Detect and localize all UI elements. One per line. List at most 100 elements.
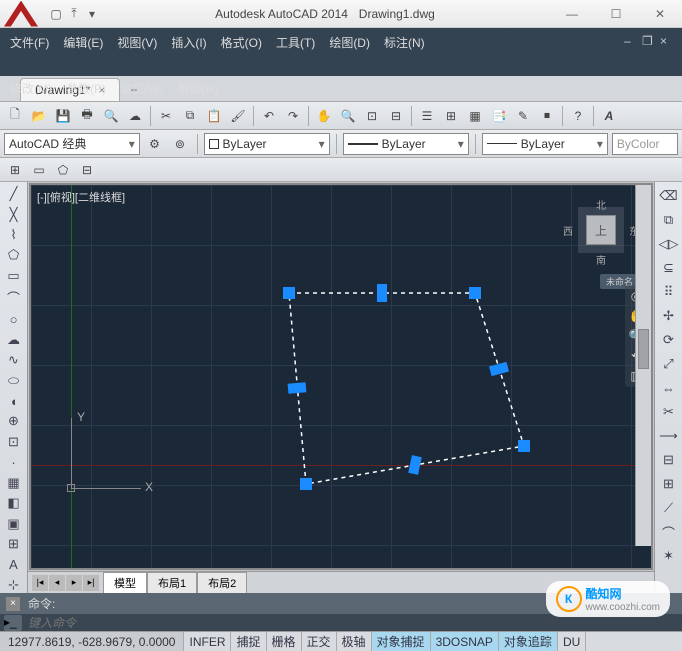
coordinates-display[interactable]: 12977.8619, -628.9679, 0.0000 [0,632,184,651]
viewport-config-icon[interactable]: ⊞ [4,159,26,181]
cut-icon[interactable]: ✂ [155,105,177,127]
minimize-button[interactable]: — [550,0,594,28]
paste-icon[interactable]: 📋 [203,105,225,127]
help-icon[interactable]: ? [567,105,589,127]
properties-icon[interactable]: ☰ [416,105,438,127]
status-grid[interactable]: 栅格 [267,632,302,651]
menu-help[interactable]: 帮助(H) [177,80,218,98]
status-snap[interactable]: 捕捉 [231,632,266,651]
workspace-settings-icon[interactable]: ⚙ [144,133,165,155]
xline-icon[interactable]: ╳ [3,206,25,222]
close-button[interactable]: ✕ [638,0,682,28]
zoom-prev-icon[interactable]: ⊟ [385,105,407,127]
viewport-single-icon[interactable]: ▭ [28,159,50,181]
menu-modify[interactable]: 修改(M) [10,80,52,98]
lineweight-combo[interactable]: ByLayer ▾ [482,133,608,155]
qat-new-icon[interactable]: ▢ [48,6,64,22]
pan-icon[interactable]: ✋ [313,105,335,127]
layout-last-icon[interactable]: ▸| [83,575,99,591]
open-icon[interactable]: 📂 [28,105,50,127]
vertex-grip[interactable] [469,287,481,299]
make-block-icon[interactable]: ⊡ [3,434,25,450]
stretch-icon[interactable]: ⇔ [658,378,680,398]
status-3dosnap[interactable]: 3DOSNAP [431,632,499,651]
mirror-icon[interactable]: ◁▷ [658,234,680,254]
extend-icon[interactable]: ⟶ [658,426,680,446]
array-icon[interactable]: ⠿ [658,282,680,302]
midpoint-grip[interactable] [288,382,307,394]
menu-parametric[interactable]: 参数(P) [66,80,106,98]
tool-palette-icon[interactable]: ▦ [464,105,486,127]
erase-icon[interactable]: ⌫ [658,186,680,206]
move-icon[interactable]: ✢ [658,306,680,326]
line-icon[interactable]: ╱ [3,186,25,202]
redo-icon[interactable]: ↷ [282,105,304,127]
break-icon[interactable]: ⊟ [658,450,680,470]
arc-icon[interactable]: ⌒ [3,288,25,307]
viewport-poly-icon[interactable]: ⬠ [52,159,74,181]
viewcube-face[interactable]: 上 [586,215,616,245]
zoom-window-icon[interactable]: ⊡ [361,105,383,127]
status-osnap[interactable]: 对象捕捉 [372,632,431,651]
addselect-icon[interactable]: ⊹ [3,577,25,593]
save-icon[interactable]: 💾 [52,105,74,127]
ellipse-arc-icon[interactable]: ◖ [3,393,25,409]
mdi-restore-icon[interactable]: ❐ [642,32,656,46]
vertex-grip[interactable] [300,478,312,490]
textstyle-icon[interactable]: A [598,105,620,127]
ellipse-icon[interactable]: ⬭ [3,372,25,388]
join-icon[interactable]: ⊞ [658,474,680,494]
match-icon[interactable]: 🖌 [227,105,249,127]
layout-first-icon[interactable]: |◂ [32,575,48,591]
publish-icon[interactable]: ☁ [124,105,146,127]
tab-layout2[interactable]: 布局2 [197,572,247,594]
viewport-join-icon[interactable]: ⊟ [76,159,98,181]
print-icon[interactable]: 🖶 [76,105,98,127]
menu-edit[interactable]: 编辑(E) [63,34,103,52]
maximize-button[interactable]: ☐ [594,0,638,28]
rectangle-icon[interactable]: ▭ [3,268,25,284]
tab-model[interactable]: 模型 [103,572,147,594]
circle-icon[interactable]: ○ [3,311,25,327]
copy-obj-icon[interactable]: ⧉ [658,210,680,230]
vertex-grip[interactable] [283,287,295,299]
plotstyle-combo[interactable]: ByColor [612,133,678,155]
menu-window[interactable]: 窗口(W) [120,80,163,98]
menu-dimension[interactable]: 标注(N) [384,34,425,52]
undo-icon[interactable]: ↶ [258,105,280,127]
polygon-icon[interactable]: ⬠ [3,247,25,263]
viewcube[interactable]: 北 西 东 上 南 未命名 [567,197,635,265]
hatch-icon[interactable]: ▦ [3,474,25,490]
sheet-set-icon[interactable]: 📑 [488,105,510,127]
new-icon[interactable]: 🗋 [4,105,26,127]
trim-icon[interactable]: ✂ [658,402,680,422]
status-otrack[interactable]: 对象追踪 [499,632,558,651]
status-ortho[interactable]: 正交 [302,632,337,651]
command-input[interactable] [28,616,678,630]
menu-format[interactable]: 格式(O) [221,34,262,52]
qat-save-icon[interactable]: ▾ [84,6,100,22]
insert-block-icon[interactable]: ⊕ [3,413,25,429]
vertex-grip[interactable] [518,440,530,452]
spline-icon[interactable]: ∿ [3,352,25,368]
gradient-icon[interactable]: ◧ [3,495,25,511]
workspace-gear2-icon[interactable]: ⊚ [169,133,190,155]
fillet-icon[interactable]: ⌒ [658,522,680,542]
preview-icon[interactable]: 🔍 [100,105,122,127]
layout-next-icon[interactable]: ▸ [66,575,82,591]
table-icon[interactable]: ⊞ [3,536,25,552]
rotate-icon[interactable]: ⟳ [658,330,680,350]
revision-cloud-icon[interactable]: ☁ [3,332,25,348]
menu-view[interactable]: 视图(V) [117,34,157,52]
polyline-icon[interactable]: ⌇ [3,227,25,243]
explode-icon[interactable]: ✶ [658,546,680,566]
point-icon[interactable]: · [3,454,25,470]
vertical-scrollbar[interactable] [635,185,651,546]
linetype-combo[interactable]: ByLayer ▾ [343,133,469,155]
status-polar[interactable]: 极轴 [337,632,372,651]
mdi-minimize-icon[interactable]: – [624,32,638,46]
copy-icon[interactable]: ⧉ [179,105,201,127]
mdi-close-icon[interactable]: × [660,32,674,46]
menu-insert[interactable]: 插入(I) [171,34,206,52]
status-ducs[interactable]: DU [558,632,586,651]
